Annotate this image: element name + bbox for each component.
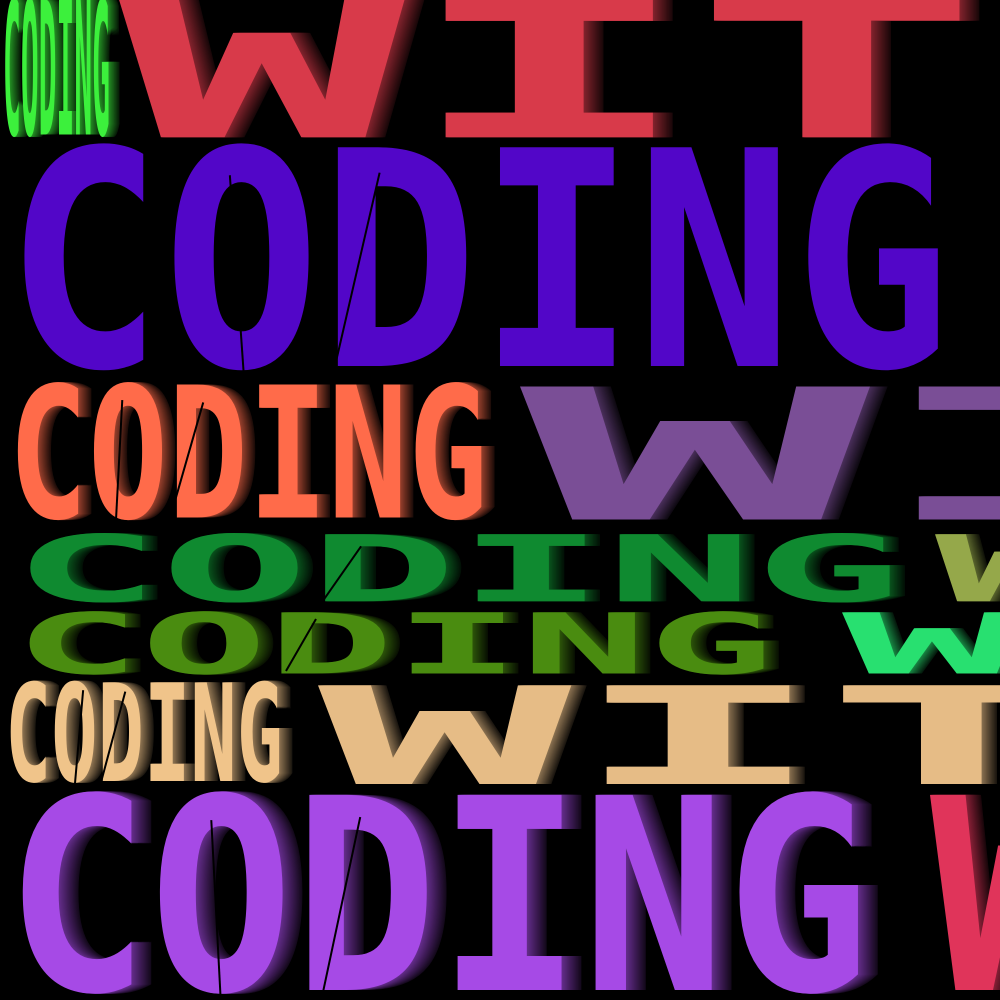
- row-6-primary-word: CODING: [5, 680, 283, 790]
- row-4-primary-word: CODING: [12, 530, 902, 610]
- text-row-2: CODING: [0, 143, 1000, 380]
- row-4-secondary-word: W: [935, 530, 1000, 610]
- row-1-primary-word: CODING: [3, 0, 110, 143]
- row-5-primary-word: CODING: [14, 610, 775, 680]
- row-1-secondary-word: WITH: [118, 0, 1000, 143]
- text-row-6: CODING WIT: [0, 680, 1000, 790]
- row-5-secondary-word: W: [842, 610, 1000, 680]
- text-row-3: CODING WI: [0, 380, 1000, 530]
- row-3-secondary-word: WI: [520, 380, 1000, 530]
- row-2-primary-word: CODING: [5, 143, 952, 380]
- row-3-primary-word: CODING: [8, 380, 488, 530]
- row-7-secondary-word: W: [930, 790, 1000, 1000]
- text-row-5: CODING W: [0, 610, 1000, 680]
- text-row-1: CODING WITH: [0, 0, 1000, 143]
- row-7-primary-word: CODING: [5, 790, 870, 1000]
- row-6-secondary-word: WIT: [318, 680, 1000, 790]
- text-row-7: CODING W: [0, 790, 1000, 1000]
- text-row-4: CODING W: [0, 530, 1000, 610]
- poster-canvas: CODING WITH CODING CODING WI CODING W CO…: [0, 0, 1000, 1000]
